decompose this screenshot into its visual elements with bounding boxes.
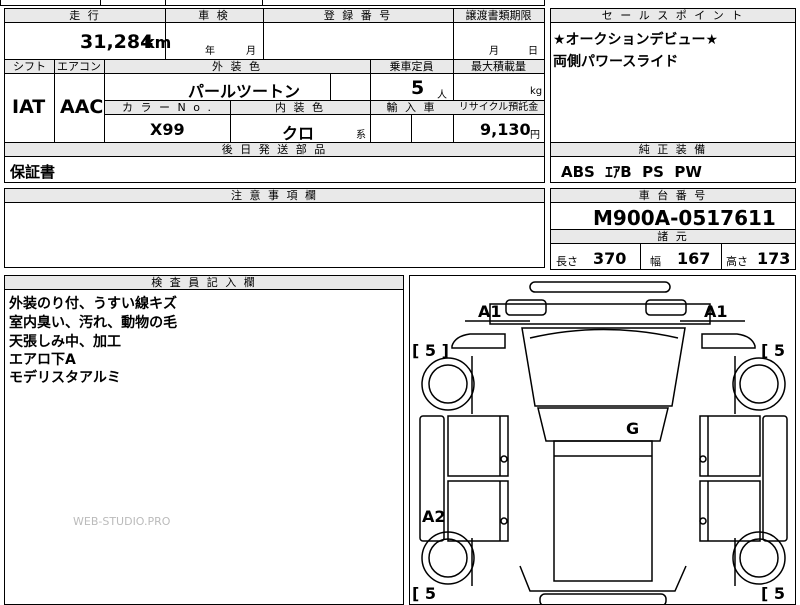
color-no-label: カ ラ ー N o .	[105, 101, 230, 115]
chassis-label: 車 台 番 号	[551, 189, 795, 203]
damage-mark-a2: A2	[422, 507, 446, 526]
transfer-month: 月	[489, 46, 499, 57]
damage-mark-a1-right: A1	[704, 302, 728, 321]
mileage-value: 31,284	[80, 31, 154, 53]
tire-tread-front-left: [ 5 ]	[412, 341, 449, 360]
tire-tread-rear-right: [ 5	[761, 584, 786, 603]
specs-label: 諸 元	[551, 230, 795, 244]
standard-equipment-box: 純 正 装 備 ABS ｴｱB PS PW	[550, 142, 796, 183]
month-unit: 月	[246, 46, 256, 57]
later-parts-label: 後 日 発 送 部 品	[5, 143, 544, 157]
inspector-remarks-box: 検 査 員 記 入 欄 外装のり付、うすい線キズ 室内臭い、汚れ、動物の毛 天張…	[4, 275, 404, 605]
later-parts-box: 後 日 発 送 部 品 保証書	[4, 142, 545, 183]
max-load-label: 最大積載量	[453, 60, 544, 74]
ac-label: エアコン	[54, 60, 104, 74]
top-cutoff-strip	[0, 0, 545, 6]
damage-mark-g: G	[626, 419, 640, 438]
height-label: 高さ	[726, 255, 748, 268]
length-value: 370	[593, 249, 627, 268]
vehicle-info-table	[4, 8, 545, 143]
capacity-value: 5	[411, 77, 425, 99]
chassis-box: 車 台 番 号 M900A-0517611 諸 元 長さ 370 幅 167 高…	[550, 188, 796, 270]
chassis-number: M900A-0517611	[593, 206, 776, 230]
import-label: 輸 入 車	[370, 101, 453, 115]
car-outline-diagram	[419, 281, 788, 604]
width-label: 幅	[650, 255, 661, 268]
recycle-value: 9,130	[480, 120, 531, 139]
damage-mark-a1-left: A1	[478, 302, 502, 321]
width-value: 167	[677, 249, 711, 268]
shift-label: シフト	[5, 60, 54, 74]
capacity-unit: 人	[437, 90, 447, 101]
registration-label: 登 録 番 号	[263, 9, 453, 23]
remark-line: モデリスタアルミ	[9, 370, 121, 386]
sales-point-line: ★オークションデビュー★	[553, 32, 719, 48]
color-no-value: X99	[150, 120, 185, 139]
interior-suffix: 系	[356, 130, 366, 141]
transfer-day: 日	[528, 46, 538, 57]
later-parts-value: 保証書	[10, 163, 56, 181]
shift-value: IAT	[12, 96, 46, 118]
recycle-label: リサイクル預託金	[453, 101, 544, 115]
height-value: 173	[757, 249, 791, 268]
interior-color-value: クロ	[282, 124, 315, 143]
sales-point-line: 両側パワースライド	[553, 54, 679, 70]
transfer-deadline-label: 譲渡書類期限	[453, 9, 544, 23]
exterior-color-value: パールツートン	[188, 82, 301, 101]
capacity-label: 乗車定員	[370, 60, 453, 74]
ac-value: AAC	[60, 96, 104, 118]
watermark: WEB-STUDIO.PRO	[73, 515, 171, 528]
remark-line: エアロ下A	[9, 352, 76, 368]
sales-point-label: セ ー ル ス ポ イ ン ト	[551, 9, 795, 23]
tire-tread-front-right: [ 5	[761, 341, 786, 360]
mileage-unit: km	[144, 33, 172, 52]
notes-label: 注 意 事 項 欄	[5, 189, 544, 203]
remark-line: 室内臭い、汚れ、動物の毛	[9, 315, 178, 331]
standard-equipment-value: ABS ｴｱB PS PW	[561, 163, 702, 181]
tire-tread-rear-left: [ 5	[412, 584, 437, 603]
remark-line: 外装のり付、うすい線キズ	[9, 296, 177, 312]
inspection-label: 車 検	[165, 9, 263, 23]
length-label: 長さ	[556, 255, 578, 268]
year-unit: 年	[205, 46, 215, 57]
car-diagram-box: A1 A1 G A2 [ 5 ] [ 5 [ 5 [ 5	[409, 275, 796, 605]
inspector-label: 検 査 員 記 入 欄	[5, 276, 403, 290]
run-label: 走 行	[5, 9, 165, 23]
load-unit: kg	[530, 86, 543, 97]
sales-point-box: セ ー ル ス ポ イ ン ト ★オークションデビュー★ 両側パワースライド	[550, 8, 796, 143]
interior-color-label: 内 装 色	[230, 101, 370, 115]
exterior-color-label: 外 装 色	[104, 60, 370, 74]
notes-box: 注 意 事 項 欄	[4, 188, 545, 268]
standard-equipment-label: 純 正 装 備	[551, 143, 795, 157]
remark-line: 天張しみ中、加工	[9, 334, 121, 350]
recycle-unit: 円	[530, 130, 540, 141]
